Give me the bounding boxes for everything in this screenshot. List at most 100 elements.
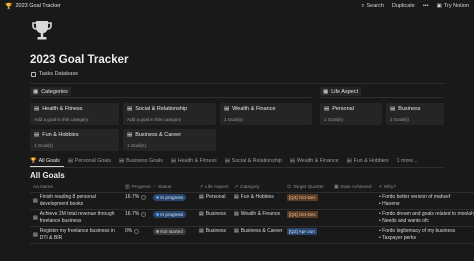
card-subtitle: Add a goal in this category — [127, 117, 182, 122]
category-cell[interactable]: ▤ Wealth & Finance — [231, 211, 284, 217]
progress-cell: 0% — [122, 228, 150, 234]
more-button[interactable]: ••• — [423, 3, 429, 9]
column-header-target-quarter[interactable]: ⊙ Target Quarter — [284, 185, 331, 190]
page-icon: ▤ — [170, 158, 176, 164]
why-item: Fordo better version of mahsef — [379, 194, 474, 201]
category-card-fun[interactable]: ▤ Fun & Hobbies 1 Goal(s) — [30, 129, 119, 151]
relation-icon: ↗ — [199, 185, 204, 190]
grid-icon: ▦ — [33, 88, 39, 95]
why-cell[interactable]: Fordo better version of mahsef Haoene — [376, 194, 474, 208]
category-card-social[interactable]: ▤ Social & Relationship Add a goal in thi… — [123, 103, 216, 125]
top-bar: 🏆 2023 Goal Tracker ⌕ Search Duplicate ••… — [0, 0, 474, 12]
column-header-category[interactable]: ↗ Category — [231, 185, 284, 190]
target-cell[interactable]: [Q4] Oct-Dec — [284, 211, 331, 218]
try-notion-label: Try Notion — [443, 3, 469, 9]
progress-value: 0% — [125, 228, 133, 234]
aspect-card-business[interactable]: ▤ Business 2 Goal(s) — [386, 103, 444, 125]
divider — [30, 209, 474, 210]
search-button[interactable]: ⌕ Search — [361, 3, 384, 10]
view-tabs: 🏆 All Goals ▤ Personal Goals ▤ Business Goa… — [30, 158, 418, 164]
trophy-icon — [32, 21, 52, 40]
page-icon: ▤ — [324, 106, 330, 112]
tab-wealth-finance[interactable]: ▤ Wealth & Finance — [290, 158, 339, 164]
page-title: 2023 Goal Tracker — [30, 54, 129, 66]
table-row[interactable]: ▤ Achieve 2M total revenue through freela… — [30, 211, 474, 225]
card-title: Fun & Hobbies — [42, 132, 79, 138]
category-cell[interactable]: ▤ Fun & Hobbies — [231, 194, 284, 200]
page-icon: ▤ — [234, 211, 239, 217]
categories-label: Categories — [41, 88, 68, 95]
tab-health-fitness[interactable]: ▤ Health & Fitness — [171, 158, 217, 164]
goal-name[interactable]: Register my freelance business in DTI & … — [40, 228, 122, 241]
status-badge: In progress — [153, 194, 187, 201]
category-card-health[interactable]: ▤ Health & Fitness Add a goal in this cat… — [30, 103, 119, 125]
tasks-database-link[interactable]: Tasks Database — [31, 71, 78, 77]
column-header-date-achieved[interactable]: ▣ Date Achieved — [331, 185, 376, 190]
page-icon: ▤ — [127, 106, 133, 112]
column-header-progress[interactable]: ▥ Progress — [122, 185, 151, 190]
category-link: Fun & Hobbies — [240, 194, 274, 200]
life-aspect-view-tab[interactable]: ▦ Life Aspect — [320, 87, 362, 96]
aspect-card-personal[interactable]: ▤ Personal 1 Goal(s) — [320, 103, 382, 125]
search-icon: ⌕ — [361, 2, 365, 9]
why-item: Haoene — [379, 201, 474, 208]
status-badge: In progress — [153, 211, 187, 218]
page-icon: ▤ — [33, 214, 38, 221]
why-cell[interactable]: Fordo legitemacy of my business Taxpayer… — [376, 228, 474, 242]
status-cell[interactable]: In progress — [150, 194, 196, 201]
aspect-link: Personal — [205, 194, 226, 200]
name-cell: ▤ Register my freelance business in DTI &… — [30, 228, 122, 241]
tab-personal-goals[interactable]: ▤ Personal Goals — [68, 158, 111, 164]
card-subtitle: 2 Goal(s) — [390, 117, 409, 122]
table-header: Aa Name ▥ Progress ◌ Status ↗ Life Aspect ↗… — [30, 183, 474, 192]
page-icon: ▤ — [33, 197, 38, 204]
goal-name[interactable]: Achieve 2M total revenue through freelan… — [40, 211, 122, 224]
column-header-why[interactable]: ≡ Why? — [376, 185, 474, 190]
tab-social-relationship[interactable]: ▤ Social & Relationship — [225, 158, 282, 164]
goal-name[interactable]: Finish reading 8 personal development bo… — [40, 194, 122, 207]
status-cell[interactable]: In progress — [150, 211, 196, 218]
progress-ring-icon — [134, 228, 140, 234]
trophy-tab-icon: 🏆 — [30, 158, 37, 164]
page-icon: ▤ — [34, 106, 40, 112]
tab-more[interactable]: 1 more... — [397, 158, 418, 164]
card-subtitle: 1 Goal(s) — [34, 143, 53, 148]
progress-value: 16.7% — [125, 194, 140, 200]
status-badge: Not started — [153, 228, 186, 235]
page-icon: ▤ — [199, 194, 204, 200]
tab-fun-hobbies[interactable]: ▤ Fun & Hobbies — [347, 158, 389, 164]
why-item: Fordo legitemacy of my business — [379, 228, 474, 235]
target-cell[interactable]: [Q4] Oct-Dec — [284, 194, 331, 201]
category-cell[interactable]: ▤ Business & Career — [231, 228, 284, 234]
tab-business-goals[interactable]: ▤ Business Goals — [119, 158, 163, 164]
table-row[interactable]: ▤ Register my freelance business in DTI &… — [30, 228, 474, 242]
categories-view-tab[interactable]: ▦ Categories — [30, 87, 71, 96]
aspect-cell[interactable]: ▤ Personal — [196, 194, 231, 200]
status-dot — [156, 213, 159, 216]
tab-all-goals[interactable]: 🏆 All Goals — [30, 158, 60, 164]
target-cell[interactable]: [Q2] Apr-Jun — [284, 228, 331, 235]
why-item: Taxpayer perks — [379, 235, 474, 242]
trophy-small-icon: 🏆 — [5, 3, 13, 10]
column-header-life-aspect[interactable]: ↗ Life Aspect — [196, 185, 231, 190]
page-icon: ▤ — [289, 158, 295, 164]
category-card-wealth[interactable]: ▤ Wealth & Finance 1 Goal(s) — [220, 103, 312, 125]
duplicate-button[interactable]: Duplicate — [392, 3, 415, 9]
breadcrumb-title[interactable]: 2023 Goal Tracker — [15, 3, 60, 9]
tab-label: Fun & Hobbies — [353, 158, 389, 164]
table-row[interactable]: ▤ Finish reading 8 personal development b… — [30, 194, 474, 208]
status-cell[interactable]: Not started — [150, 228, 196, 235]
tasks-database-label: Tasks Database — [39, 71, 79, 77]
category-link: Wealth & Finance — [240, 211, 281, 217]
column-header-status[interactable]: ◌ Status — [150, 185, 196, 190]
category-card-business[interactable]: ▤ Business & Career 1 Goal(s) — [123, 129, 216, 151]
status-dot — [156, 230, 159, 233]
aspect-cell[interactable]: ▤ Business — [196, 228, 231, 234]
column-header-name[interactable]: Aa Name — [30, 185, 122, 190]
aspect-cell[interactable]: ▤ Business — [196, 211, 231, 217]
page-icon: ▤ — [127, 132, 133, 138]
text-icon: ≡ — [379, 185, 382, 190]
why-cell[interactable]: Fordo dream and goals related to moolah … — [376, 211, 474, 225]
header-label: Date Achieved — [340, 185, 372, 190]
try-notion-button[interactable]: ▣ Try Notion — [437, 3, 469, 9]
